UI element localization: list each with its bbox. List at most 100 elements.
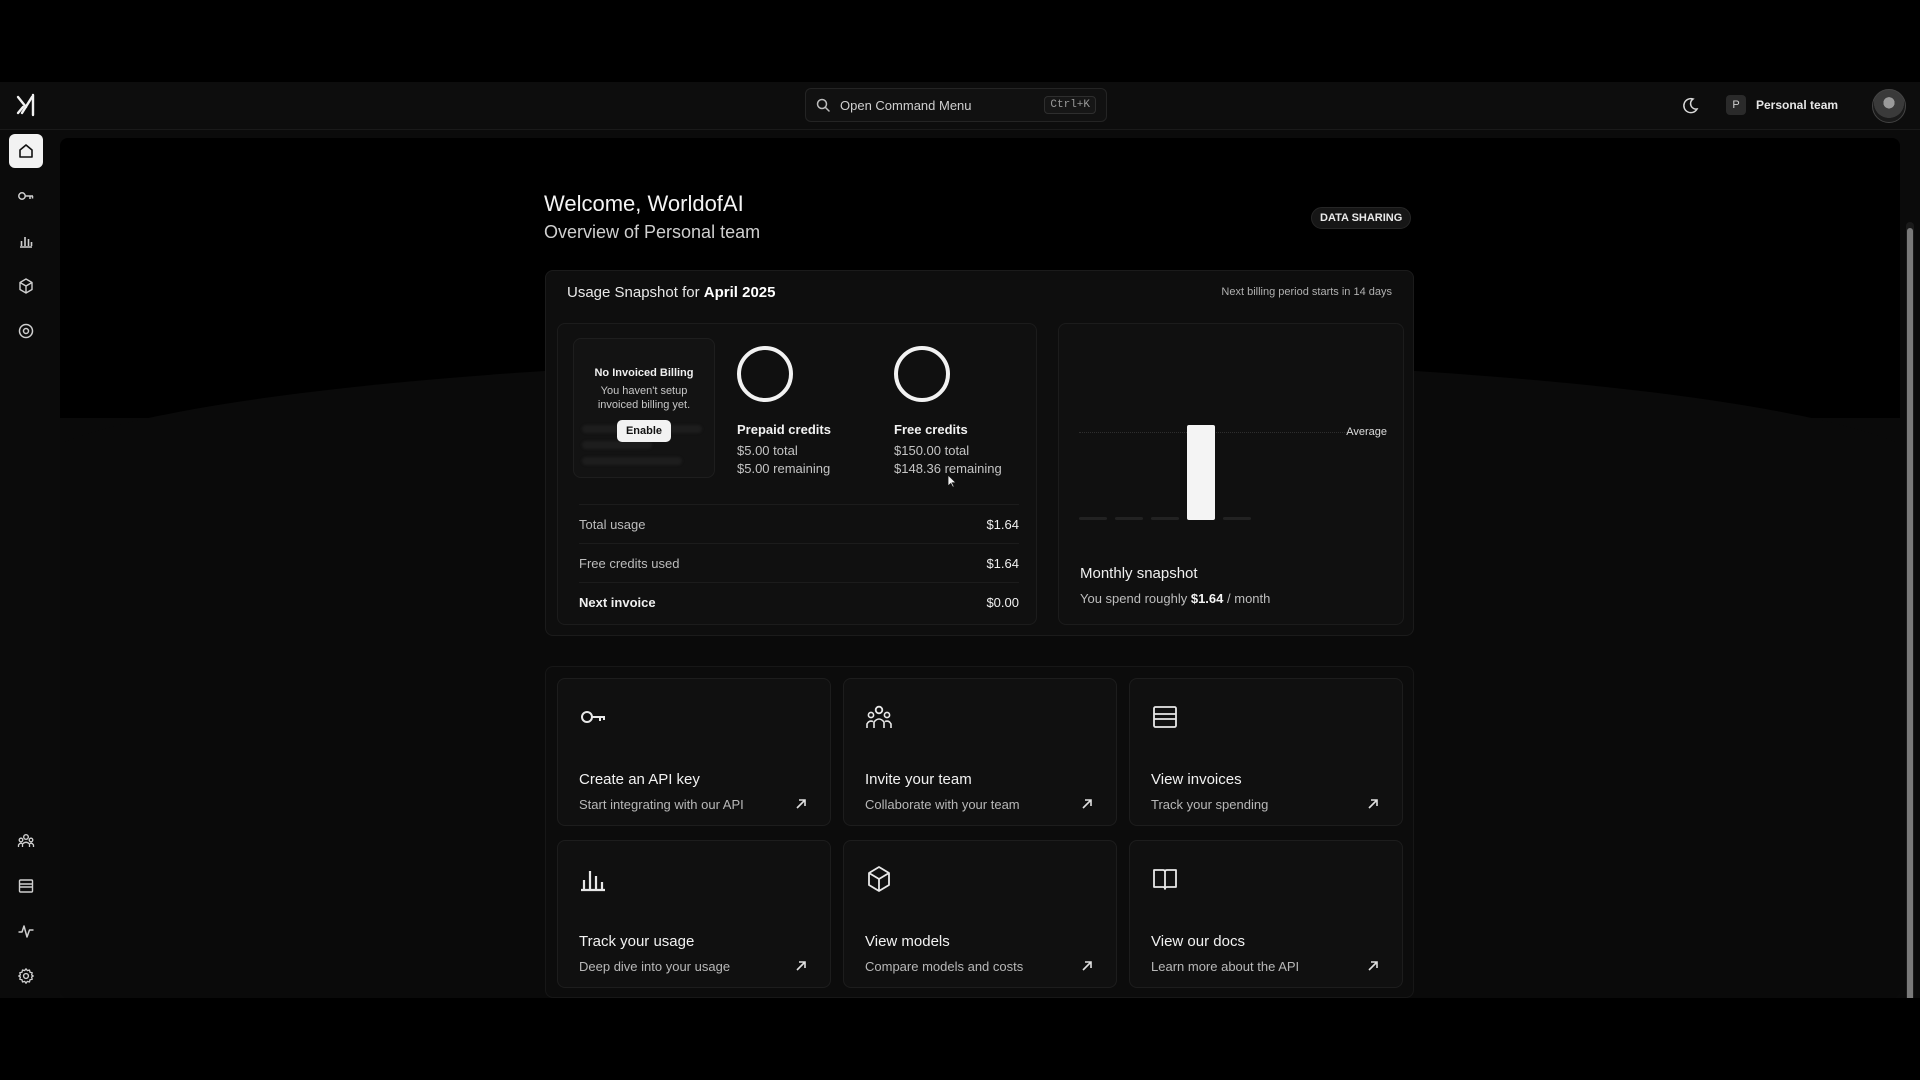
free-credits: Free credits $150.00 total $148.36 remai… <box>894 346 1034 476</box>
usage-snapshot-card: Usage Snapshot for April 2025 Next billi… <box>545 270 1414 636</box>
row-label: Total usage <box>579 516 646 532</box>
action-title: Create an API key <box>579 771 700 788</box>
action-subtitle: Compare models and costs <box>865 959 1024 974</box>
chart-bar <box>1187 425 1215 520</box>
command-menu-button[interactable]: Open Command Menu Ctrl+K <box>805 88 1107 122</box>
top-bar: Open Command Menu Ctrl+K P Personal team <box>0 82 1920 130</box>
xai-logo-icon[interactable] <box>14 92 40 118</box>
table-row: Total usage $1.64 <box>579 504 1019 543</box>
monthly-snapshot-panel: Average Monthly snapshot You spend rough… <box>1058 323 1404 625</box>
team-switcher[interactable]: P Personal team <box>1720 89 1860 121</box>
invoiced-billing-title: No Invoiced Billing <box>594 367 694 379</box>
action-invite-team[interactable]: Invite your team Collaborate with your t… <box>843 678 1117 826</box>
letterbox-bottom <box>0 998 1920 1080</box>
sidebar-item-activity[interactable] <box>9 914 43 948</box>
prepaid-credits-ring <box>737 346 793 402</box>
usage-title: Usage Snapshot for April 2025 <box>567 284 775 301</box>
book-icon <box>1153 869 1177 890</box>
action-create-api-key[interactable]: Create an API key Start integrating with… <box>557 678 831 826</box>
arrow-up-right-icon <box>1368 799 1378 809</box>
usage-summary: Total usage $1.64 Free credits used $1.6… <box>579 504 1019 621</box>
page-title: Welcome, WorldofAI <box>544 191 744 216</box>
free-credits-remaining: $148.36 remaining <box>894 461 1002 476</box>
sidebar-item-target[interactable] <box>9 314 43 348</box>
home-icon <box>19 144 33 158</box>
placeholder-line <box>582 457 682 465</box>
free-credits-name: Free credits <box>894 422 968 437</box>
free-credits-total: $150.00 total <box>894 443 970 458</box>
scrollbar[interactable] <box>1906 222 1914 998</box>
invoice-icon <box>18 879 34 893</box>
snapshot-sub-prefix: You spend roughly <box>1080 591 1188 606</box>
chart-bar-empty <box>1151 517 1179 520</box>
arrow-up-right-icon <box>796 799 806 809</box>
team-icon <box>866 705 892 728</box>
search-icon <box>816 98 830 112</box>
usage-title-month: April 2025 <box>703 284 776 301</box>
sidebar-item-api-keys[interactable] <box>9 179 43 213</box>
action-subtitle: Learn more about the API <box>1151 959 1300 974</box>
sidebar-item-usage[interactable] <box>9 224 43 258</box>
command-menu-label: Open Command Menu <box>840 97 972 113</box>
letterbox-top <box>0 0 1920 82</box>
usage-title-prefix: Usage Snapshot for <box>567 284 700 301</box>
mouse-cursor-icon <box>947 474 957 488</box>
enable-invoiced-billing-button[interactable]: Enable <box>617 420 671 442</box>
monthly-snapshot-title: Monthly snapshot <box>1080 565 1198 582</box>
action-subtitle: Collaborate with your team <box>865 797 1020 812</box>
prepaid-credits-total: $5.00 total <box>737 443 798 458</box>
sidebar-item-settings[interactable] <box>9 959 43 993</box>
action-track-usage[interactable]: Track your usage Deep dive into your usa… <box>557 840 831 988</box>
billing-period-note: Next billing period starts in 14 days <box>1221 286 1392 298</box>
snapshot-amount: $1.64 <box>1190 591 1224 606</box>
row-value: $1.64 <box>986 516 1019 532</box>
bar-chart-icon <box>20 237 33 248</box>
command-shortcut: Ctrl+K <box>1044 96 1096 114</box>
action-subtitle: Start integrating with our API <box>579 797 744 812</box>
action-title: View models <box>865 933 950 950</box>
row-label: Free credits used <box>579 555 680 571</box>
sidebar-item-models[interactable] <box>9 269 43 303</box>
placeholder-line <box>582 441 652 449</box>
sidebar-item-team[interactable] <box>9 824 43 858</box>
arrow-up-right-icon <box>1368 961 1378 971</box>
monthly-spend-chart: Average <box>1079 414 1387 524</box>
moon-icon[interactable] <box>1679 95 1701 117</box>
data-sharing-badge[interactable]: DATA SHARING <box>1311 207 1412 229</box>
avatar[interactable] <box>1872 89 1906 123</box>
key-icon <box>581 711 605 723</box>
chart-bar-empty <box>1079 517 1107 520</box>
sidebar <box>0 130 52 998</box>
action-view-models[interactable]: View models Compare models and costs <box>843 840 1117 988</box>
action-title: View invoices <box>1151 771 1242 788</box>
table-row: Free credits used $1.64 <box>579 543 1019 582</box>
action-view-docs[interactable]: View our docs Learn more about the API <box>1129 840 1403 988</box>
sidebar-item-invoices[interactable] <box>9 869 43 903</box>
cube-icon <box>19 278 33 294</box>
chart-bar-empty <box>1223 517 1251 520</box>
sidebar-item-home[interactable] <box>9 134 43 168</box>
monthly-snapshot-subtitle: You spend roughly $1.64 / month <box>1080 591 1270 606</box>
row-value: $1.64 <box>986 555 1019 571</box>
key-icon <box>18 192 34 200</box>
prepaid-credits: Prepaid credits $5.00 total $5.00 remain… <box>737 346 877 476</box>
action-subtitle: Track your spending <box>1151 797 1269 812</box>
action-title: Track your usage <box>579 933 695 950</box>
arrow-up-right-icon <box>796 961 806 971</box>
cube-icon <box>868 866 890 892</box>
activity-icon <box>18 925 34 938</box>
page-subtitle: Overview of Personal team <box>544 222 761 242</box>
action-view-invoices[interactable]: View invoices Track your spending <box>1129 678 1403 826</box>
chart-bar-empty <box>1115 517 1143 520</box>
scrollbar-thumb[interactable] <box>1907 228 1913 998</box>
team-name: Personal team <box>1756 98 1839 112</box>
table-row: Next invoice $0.00 <box>579 582 1019 621</box>
row-label: Next invoice <box>579 594 656 610</box>
row-value: $0.00 <box>986 594 1019 610</box>
average-label: Average <box>1346 426 1387 438</box>
action-subtitle: Deep dive into your usage <box>579 959 731 974</box>
invoice-icon <box>1153 706 1177 728</box>
team-icon <box>17 834 35 847</box>
action-title: Invite your team <box>865 771 972 788</box>
quick-actions: Create an API key Start integrating with… <box>545 666 1414 998</box>
